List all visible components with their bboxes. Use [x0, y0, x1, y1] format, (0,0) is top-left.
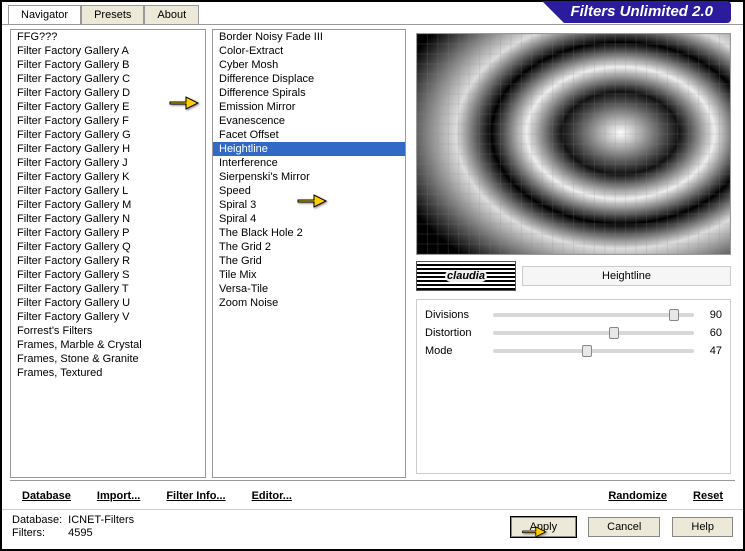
slider-track[interactable]: [493, 331, 694, 335]
filters-label: Filters:: [12, 527, 62, 539]
list-item[interactable]: Zoom Noise: [213, 296, 405, 310]
list-item[interactable]: Filter Factory Gallery M: [11, 198, 205, 212]
watermark-label: claudia: [445, 270, 487, 282]
list-item[interactable]: Heightline: [213, 142, 405, 156]
toolbar: Database Import... Filter Info... Editor…: [2, 483, 743, 509]
help-button[interactable]: Help: [672, 517, 733, 537]
list-item[interactable]: Filter Factory Gallery V: [11, 310, 205, 324]
preview: [416, 33, 731, 255]
list-item[interactable]: Speed: [213, 184, 405, 198]
list-item[interactable]: The Grid 2: [213, 240, 405, 254]
slider-label: Mode: [425, 345, 493, 357]
slider-thumb[interactable]: [582, 345, 592, 357]
list-item[interactable]: Facet Offset: [213, 128, 405, 142]
list-item[interactable]: Frames, Marble & Crystal: [11, 338, 205, 352]
database-button[interactable]: Database: [12, 487, 81, 505]
slider-label: Divisions: [425, 309, 493, 321]
slider-value: 60: [694, 327, 722, 339]
list-item[interactable]: Emission Mirror: [213, 100, 405, 114]
list-item[interactable]: Spiral 4: [213, 212, 405, 226]
preview-column: claudia Heightline Divisions 90 Distortion…: [412, 29, 735, 478]
title-triangle: [542, 1, 564, 23]
list-item[interactable]: Filter Factory Gallery J: [11, 156, 205, 170]
db-label: Database:: [12, 514, 62, 526]
title-bar-wrap: Filters Unlimited 2.0: [199, 2, 743, 24]
filter-info-button[interactable]: Filter Info...: [156, 487, 235, 505]
watermark: claudia: [416, 261, 516, 291]
list-item[interactable]: Frames, Stone & Granite: [11, 352, 205, 366]
list-item[interactable]: Filter Factory Gallery G: [11, 128, 205, 142]
window-title: Filters Unlimited 2.0: [564, 1, 731, 23]
header: NavigatorPresetsAbout Filters Unlimited …: [2, 2, 743, 24]
current-filter-name: Heightline: [522, 266, 731, 286]
slider-label: Distortion: [425, 327, 493, 339]
slider-value: 90: [694, 309, 722, 321]
tab-presets[interactable]: Presets: [81, 5, 144, 24]
list-item[interactable]: Frames, Textured: [11, 366, 205, 380]
list-item[interactable]: Filter Factory Gallery S: [11, 268, 205, 282]
list-item[interactable]: Spiral 3: [213, 198, 405, 212]
category-list[interactable]: FFG???Filter Factory Gallery AFilter Fac…: [11, 30, 205, 477]
list-item[interactable]: Cyber Mosh: [213, 58, 405, 72]
slider-value: 47: [694, 345, 722, 357]
status-bar: Database: Filters: ICNET-Filters 4595 Ap…: [2, 509, 743, 543]
list-item[interactable]: Filter Factory Gallery Q: [11, 240, 205, 254]
slider-thumb[interactable]: [609, 327, 619, 339]
list-item[interactable]: FFG???: [11, 30, 205, 44]
list-item[interactable]: Filter Factory Gallery C: [11, 72, 205, 86]
list-item[interactable]: Filter Factory Gallery R: [11, 254, 205, 268]
randomize-button[interactable]: Randomize: [598, 487, 677, 505]
list-item[interactable]: Filter Factory Gallery H: [11, 142, 205, 156]
list-item[interactable]: Filter Factory Gallery T: [11, 282, 205, 296]
list-item[interactable]: Sierpenski's Mirror: [213, 170, 405, 184]
list-item[interactable]: Filter Factory Gallery F: [11, 114, 205, 128]
apply-button[interactable]: Apply: [511, 517, 577, 537]
filter-column: Border Noisy Fade IIIColor-ExtractCyber …: [212, 29, 406, 478]
list-item[interactable]: Filter Factory Gallery U: [11, 296, 205, 310]
reset-button[interactable]: Reset: [683, 487, 733, 505]
db-value: ICNET-Filters: [68, 514, 134, 526]
slider-row: Divisions 90: [425, 306, 722, 324]
tabs: NavigatorPresetsAbout: [2, 2, 199, 24]
list-item[interactable]: Border Noisy Fade III: [213, 30, 405, 44]
list-item[interactable]: Filter Factory Gallery P: [11, 226, 205, 240]
list-item[interactable]: Interference: [213, 156, 405, 170]
category-column: FFG???Filter Factory Gallery AFilter Fac…: [10, 29, 206, 478]
list-item[interactable]: Filter Factory Gallery B: [11, 58, 205, 72]
list-item[interactable]: Difference Displace: [213, 72, 405, 86]
cancel-button[interactable]: Cancel: [588, 517, 660, 537]
list-item[interactable]: Filter Factory Gallery D: [11, 86, 205, 100]
slider-track[interactable]: [493, 313, 694, 317]
main: FFG???Filter Factory Gallery AFilter Fac…: [2, 24, 743, 480]
list-item[interactable]: Filter Factory Gallery K: [11, 170, 205, 184]
tab-navigator[interactable]: Navigator: [8, 5, 81, 24]
filter-list[interactable]: Border Noisy Fade IIIColor-ExtractCyber …: [213, 30, 405, 477]
list-item[interactable]: Versa-Tile: [213, 282, 405, 296]
slider-row: Mode 47: [425, 342, 722, 360]
list-item[interactable]: Color-Extract: [213, 44, 405, 58]
list-item[interactable]: Difference Spirals: [213, 86, 405, 100]
filters-value: 4595: [68, 527, 134, 539]
slider-row: Distortion 60: [425, 324, 722, 342]
editor-button[interactable]: Editor...: [242, 487, 302, 505]
filter-name-row: claudia Heightline: [412, 257, 735, 293]
list-item[interactable]: The Grid: [213, 254, 405, 268]
list-item[interactable]: Forrest's Filters: [11, 324, 205, 338]
separator: [10, 480, 735, 481]
tab-about[interactable]: About: [144, 5, 199, 24]
list-item[interactable]: Filter Factory Gallery A: [11, 44, 205, 58]
list-item[interactable]: Filter Factory Gallery N: [11, 212, 205, 226]
status-meta: Database: Filters: ICNET-Filters 4595: [12, 514, 134, 539]
import-button[interactable]: Import...: [87, 487, 150, 505]
list-item[interactable]: Filter Factory Gallery L: [11, 184, 205, 198]
slider-track[interactable]: [493, 349, 694, 353]
sliders-panel: Divisions 90 Distortion 60 Mode 47: [416, 299, 731, 474]
slider-thumb[interactable]: [669, 309, 679, 321]
list-item[interactable]: Filter Factory Gallery E: [11, 100, 205, 114]
list-item[interactable]: The Black Hole 2: [213, 226, 405, 240]
list-item[interactable]: Evanescence: [213, 114, 405, 128]
list-item[interactable]: Tile Mix: [213, 268, 405, 282]
